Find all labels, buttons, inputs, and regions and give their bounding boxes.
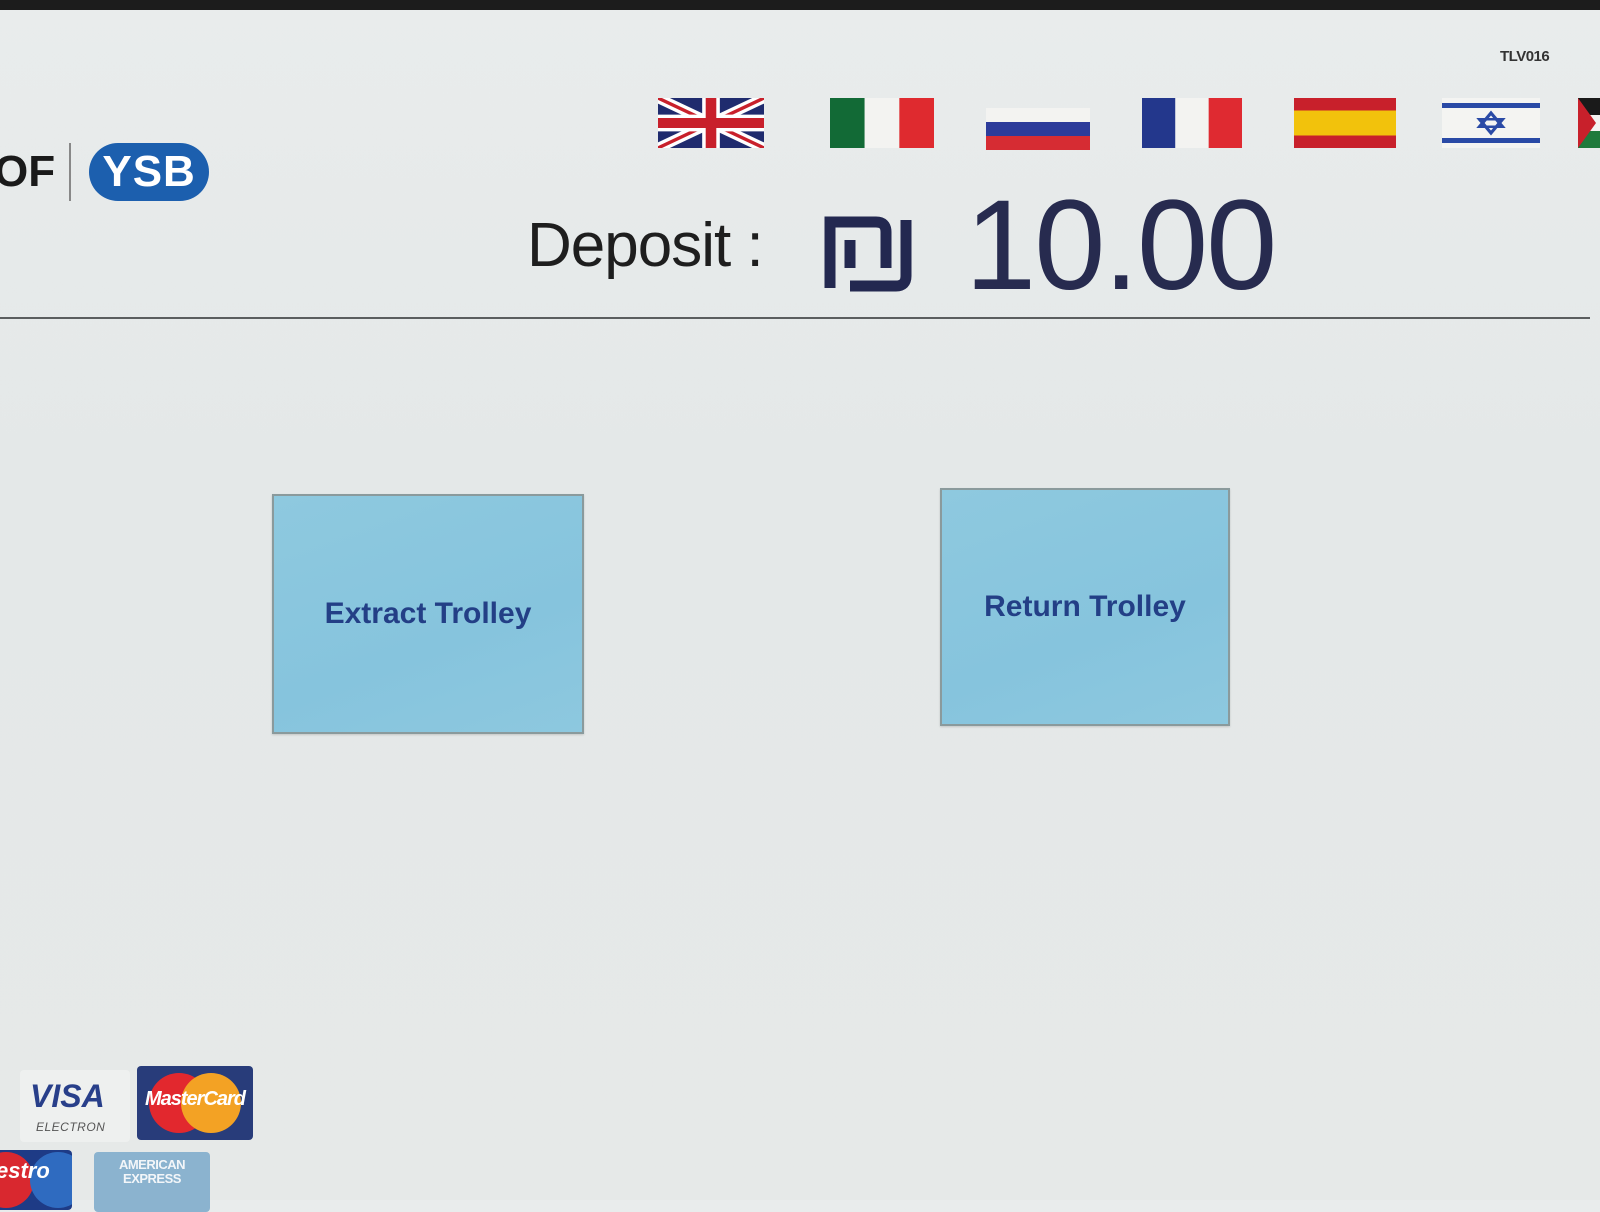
uk-flag-icon[interactable] <box>658 98 764 148</box>
visa-electron-text: ELECTRON <box>36 1120 106 1134</box>
visa-text: VISA <box>30 1078 105 1114</box>
terminal-id: TLV016 <box>1500 48 1550 65</box>
maestro-logo: estro <box>0 1150 72 1210</box>
russia-flag-icon[interactable] <box>986 108 1090 150</box>
italy-flag-icon[interactable] <box>830 98 934 148</box>
extract-trolley-button[interactable]: Extract Trolley <box>272 494 584 734</box>
payment-methods: VISA ELECTRON MasterCard estro AMERICAN … <box>0 1060 320 1212</box>
mastercard-logo: MasterCard <box>137 1066 253 1140</box>
header-divider <box>0 317 1590 319</box>
screen-bezel <box>0 0 1600 10</box>
trolley-kiosk-screen: TLV016 OF YSB Deposit: 10.00 Extract Tr… <box>0 0 1600 1212</box>
visa-electron-logo: VISA ELECTRON <box>20 1070 130 1142</box>
amex-logo: AMERICAN EXPRESS <box>94 1152 210 1212</box>
deposit-label: Deposit : <box>527 211 764 280</box>
france-flag-icon[interactable] <box>1142 98 1242 148</box>
mastercard-text: MasterCard <box>144 1088 246 1110</box>
amex-text: AMERICAN EXPRESS <box>118 1157 186 1187</box>
jordan-flag-icon[interactable] <box>1578 98 1600 148</box>
deposit-amount: 10.00 <box>965 174 1277 317</box>
maestro-text: estro <box>0 1158 50 1183</box>
israel-flag-icon[interactable] <box>1442 98 1540 148</box>
return-trolley-button[interactable]: Return Trolley <box>940 488 1230 726</box>
deposit-display: Deposit : 10.00 <box>0 174 1600 317</box>
spain-flag-icon[interactable] <box>1294 98 1396 148</box>
language-selector <box>658 98 1600 158</box>
shekel-icon <box>822 216 914 292</box>
